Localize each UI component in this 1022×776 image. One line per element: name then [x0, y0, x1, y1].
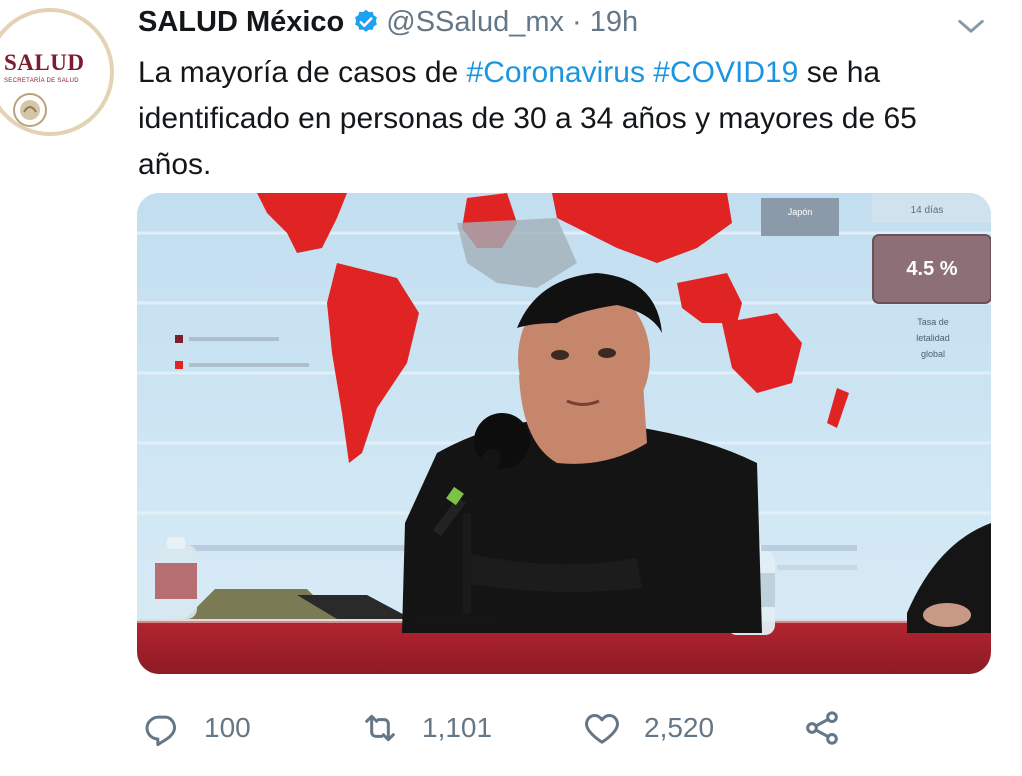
reply-icon: [145, 715, 176, 747]
heart-icon: [585, 714, 619, 744]
photo-illustration: Japón 14 días 4.5 % Tasa de letalidad gl…: [137, 193, 991, 674]
tweet-media-photo[interactable]: Japón 14 días 4.5 % Tasa de letalidad gl…: [137, 193, 991, 674]
avatar-logo-subtitle: SECRETARÍA DE SALUD: [4, 78, 79, 84]
hashtag-coronavirus[interactable]: #Coronavirus: [467, 56, 645, 89]
display-name[interactable]: SALUD México: [138, 6, 344, 39]
chevron-down-icon[interactable]: [954, 10, 988, 44]
like-count: 2,520: [644, 712, 715, 743]
avatar-logo-word: SALUD: [4, 50, 85, 75]
tweet-header: SALUD México @SSalud_mx · 19h: [138, 0, 958, 44]
retweet-button[interactable]: 1,101: [360, 700, 492, 756]
seal-icon: [13, 93, 47, 127]
retweet-icon: [365, 714, 395, 742]
share-icon: [806, 711, 838, 745]
rate-value: 4.5 %: [906, 258, 957, 280]
tweet-text-part: La mayoría de casos de: [138, 56, 467, 89]
share-button[interactable]: [802, 700, 864, 756]
separator-dot: ·: [572, 5, 582, 38]
reply-button[interactable]: 100: [142, 700, 251, 756]
retweet-count: 1,101: [422, 712, 493, 743]
rate-caption-2: letalidad: [916, 333, 950, 343]
hashtag-covid19[interactable]: #COVID19: [653, 56, 798, 89]
tweet-actions: 100 1,101 2,520: [142, 700, 862, 756]
water-bottle-left: [155, 537, 197, 619]
verified-badge-icon: [355, 9, 378, 32]
timestamp[interactable]: 19h: [590, 6, 638, 39]
japan-label: Japón: [788, 207, 813, 217]
handle[interactable]: @SSalud_mx: [386, 6, 564, 39]
like-button[interactable]: 2,520: [582, 700, 714, 756]
days-label: 14 días: [911, 205, 944, 216]
rate-caption-3: global: [921, 349, 945, 359]
reply-count: 100: [204, 712, 251, 743]
avatar[interactable]: SALUD SECRETARÍA DE SALUD: [0, 8, 114, 136]
rate-caption-1: Tasa de: [917, 317, 949, 327]
tweet-text: La mayoría de casos de #Coronavirus #COV…: [138, 50, 978, 188]
